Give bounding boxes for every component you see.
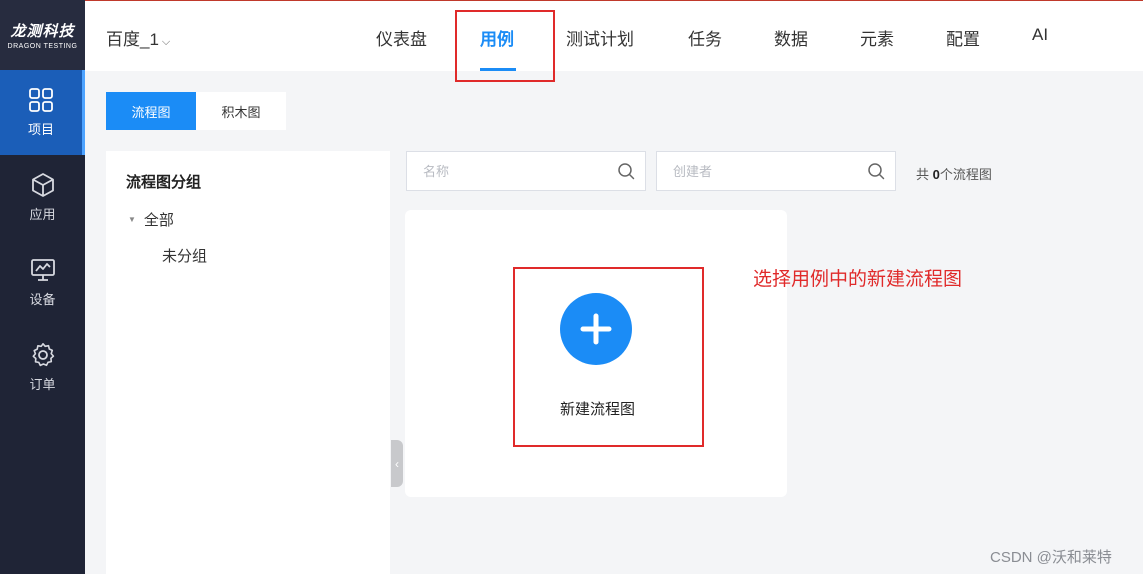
tab-flowchart[interactable]: 流程图 (106, 92, 196, 130)
sidebar-item-label: 订单 (29, 377, 56, 392)
view-tabs: 流程图 积木图 (106, 92, 286, 130)
search-creator-input[interactable] (673, 163, 867, 179)
flowchart-count: 共 0个流程图 (916, 164, 992, 183)
logo: 龙测科技 DRAGON TESTING (0, 0, 85, 70)
cube-icon (31, 173, 54, 197)
project-name: 百度_1 (106, 30, 159, 49)
nav-test-plan[interactable]: 测试计划 (566, 25, 634, 50)
tab-blocks[interactable]: 积木图 (196, 92, 286, 130)
nav-ai[interactable]: AI (1032, 25, 1048, 45)
plus-icon (580, 313, 612, 345)
search-creator-field[interactable] (656, 151, 896, 191)
tree-node-all[interactable]: ▼ 全部 (128, 209, 174, 230)
grid-icon (29, 88, 53, 112)
top-nav-bar: 百度_1 ⌵ 仪表盘 用例 测试计划 任务 数据 元素 配置 AI (85, 1, 1143, 71)
search-name-input[interactable] (423, 163, 617, 179)
sidebar-item-label: 项目 (27, 122, 54, 137)
plus-circle-icon[interactable] (560, 293, 632, 365)
group-panel: 流程图分组 ▼ 全部 未分组 (106, 151, 390, 574)
count-suffix: 个流程图 (939, 167, 992, 182)
sidebar: 龙测科技 DRAGON TESTING 项目 应用 设备 订单 (0, 0, 85, 574)
collapse-handle[interactable]: ‹ (391, 440, 403, 487)
search-icon[interactable] (867, 162, 885, 180)
nav-elements[interactable]: 元素 (860, 25, 894, 50)
nav-data[interactable]: 数据 (774, 25, 808, 50)
logo-subtext: DRAGON TESTING (7, 43, 78, 50)
search-icon[interactable] (617, 162, 635, 180)
sidebar-item-label: 应用 (29, 207, 56, 222)
nav-config[interactable]: 配置 (946, 25, 980, 50)
new-flowchart-label: 新建流程图 (559, 401, 635, 418)
project-selector[interactable]: 百度_1 ⌵ (106, 25, 170, 50)
group-panel-title: 流程图分组 (126, 174, 202, 191)
sidebar-item-label: 设备 (29, 292, 56, 307)
caret-down-icon[interactable]: ▼ (128, 215, 136, 224)
tree-node-label: 全部 (143, 212, 174, 229)
tree-node-ungrouped[interactable]: 未分组 (162, 245, 207, 266)
monitor-icon (30, 259, 55, 281)
search-name-field[interactable] (406, 151, 646, 191)
nav-dashboard[interactable]: 仪表盘 (376, 25, 427, 50)
logo-text: 龙测科技 (10, 23, 75, 40)
new-flowchart-button[interactable]: 新建流程图 (513, 267, 704, 447)
highlight-box-testcases (455, 10, 555, 82)
chevron-down-icon: ⌵ (161, 36, 171, 48)
sidebar-item-project[interactable]: 项目 (0, 70, 85, 155)
sidebar-item-orders[interactable]: 订单 (0, 325, 85, 410)
nav-tasks[interactable]: 任务 (688, 25, 722, 50)
count-prefix: 共 (916, 167, 933, 182)
gear-icon (31, 343, 54, 367)
sidebar-item-devices[interactable]: 设备 (0, 240, 85, 325)
chevron-left-icon: ‹ (395, 456, 399, 471)
watermark: CSDN @沃和莱特 (990, 549, 1112, 566)
annotation-text: 选择用例中的新建流程图 (753, 269, 963, 290)
count-value: 0 (932, 167, 940, 182)
sidebar-item-apps[interactable]: 应用 (0, 155, 85, 240)
